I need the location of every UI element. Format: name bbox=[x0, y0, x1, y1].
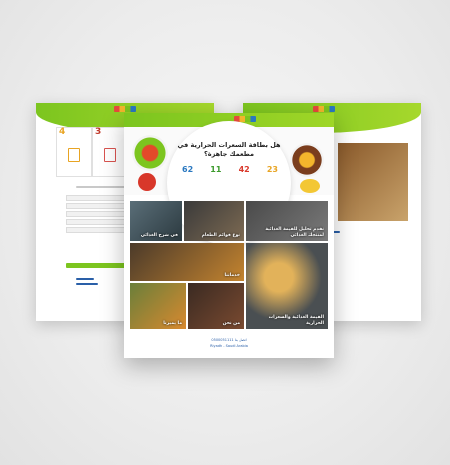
step-card-4: 4 bbox=[56, 127, 92, 177]
stat-value: 23 bbox=[266, 165, 278, 174]
showcase-background: 4 3 2 من نحن bbox=[0, 0, 450, 465]
footer-line bbox=[76, 278, 94, 280]
step-number: 4 bbox=[59, 127, 66, 137]
center-footer: اتصل بنا 0500051111 Riyadh - Saudi Arabi… bbox=[124, 331, 334, 358]
document-icon bbox=[68, 148, 80, 162]
tile-label: نقدم تحليل للقيمة الغذائية لمنتجك الغذائ… bbox=[265, 227, 324, 238]
right-logo bbox=[313, 106, 335, 112]
footer-line bbox=[76, 283, 98, 285]
stat-value: 11 bbox=[210, 165, 222, 174]
tile-nutrition-explain[interactable]: في شرح الغذائي bbox=[130, 201, 182, 241]
tile-label: من نحن bbox=[222, 320, 240, 326]
document-icon bbox=[104, 148, 116, 162]
tile-about-us[interactable]: من نحن bbox=[188, 283, 244, 329]
step-number: 3 bbox=[95, 127, 102, 137]
left-logo bbox=[114, 106, 136, 112]
tile-label: القيمة الغذائية والسعرات الحرارية bbox=[268, 315, 324, 326]
tile-label: ما يميزنا bbox=[163, 320, 182, 326]
tile-nutrition-calories[interactable]: القيمة الغذائية والسعرات الحرارية bbox=[246, 243, 328, 329]
hero-title: هل بطاقة السعرات الحرارية في مطعمك جاهزة… bbox=[177, 141, 281, 158]
salad-bowl bbox=[132, 135, 168, 171]
footer-location: Riyadh - Saudi Arabia bbox=[210, 344, 248, 348]
step-card-3: 3 bbox=[92, 127, 128, 177]
center-page-mockup: هل بطاقة السعرات الحرارية في مطعمك جاهزة… bbox=[124, 113, 334, 358]
tile-menu-types[interactable]: نوع قوائم الطعام bbox=[184, 201, 244, 241]
tile-label: خدماتنا bbox=[224, 272, 240, 278]
stat-value: 62 bbox=[182, 165, 194, 174]
tile-label: في شرح الغذائي bbox=[140, 232, 178, 238]
pepper bbox=[300, 179, 320, 193]
food-bowl bbox=[290, 143, 324, 177]
right-food-image bbox=[338, 143, 408, 221]
footer-phone: اتصل بنا 0500051111 bbox=[211, 338, 247, 342]
tile-why-us[interactable]: ما يميزنا bbox=[130, 283, 186, 329]
stats-row: 62 11 42 23 bbox=[182, 165, 278, 174]
tomato bbox=[138, 173, 156, 191]
tile-label: نوع قوائم الطعام bbox=[201, 232, 240, 238]
tile-services[interactable]: خدماتنا bbox=[130, 243, 244, 281]
tile-product-analysis[interactable]: نقدم تحليل للقيمة الغذائية لمنتجك الغذائ… bbox=[246, 201, 328, 241]
stat-value: 42 bbox=[238, 165, 250, 174]
